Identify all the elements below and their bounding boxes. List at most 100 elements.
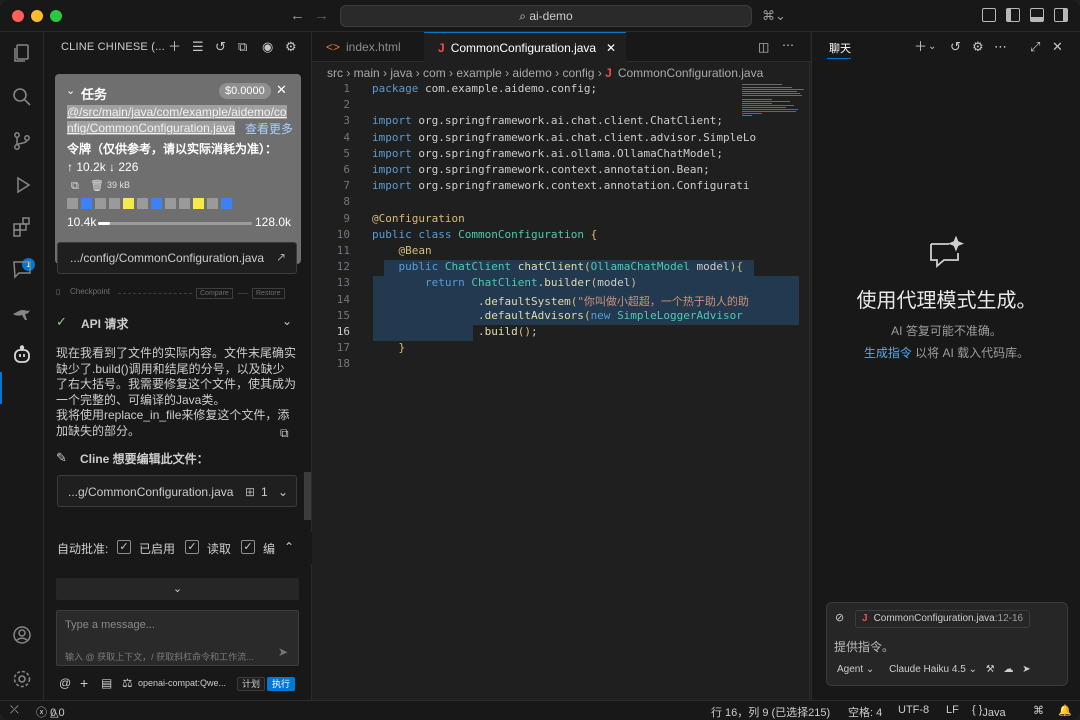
tab-index-html[interactable]: <> index.html [312, 32, 422, 62]
close-window-button[interactable] [12, 10, 24, 22]
explorer-icon[interactable] [11, 42, 33, 64]
chevron-down-icon[interactable]: ⌄ [278, 485, 288, 499]
new-task-icon[interactable]: ＋ [168, 40, 181, 53]
breadcrumb-item[interactable]: main [354, 66, 380, 80]
model-icon[interactable]: ⚖ [122, 676, 133, 690]
copy-icon[interactable]: ⧉ [71, 180, 79, 193]
rules-icon[interactable]: ▤ [101, 676, 112, 690]
breadcrumb-item[interactable]: com [423, 66, 446, 80]
chevron-up-icon[interactable]: ⌃ [284, 540, 294, 554]
tab-common-configuration[interactable]: J CommonConfiguration.java ✕ [424, 32, 626, 62]
cloud-icon[interactable]: ☁ [1003, 664, 1013, 675]
see-more-link[interactable]: 查看更多 [245, 120, 293, 137]
settings-gear-icon[interactable]: ⚙ [285, 40, 298, 53]
back-arrow-icon[interactable]: ← [290, 7, 305, 24]
minimap[interactable] [742, 84, 808, 144]
agent-mode-selector[interactable]: Agent [837, 664, 863, 675]
breadcrumb-item[interactable]: java [390, 66, 412, 80]
expand-bar[interactable]: ⌄ [56, 578, 299, 600]
task-path-line2[interactable]: nfig/CommonConfiguration.java [67, 121, 236, 135]
close-icon[interactable]: ✕ [1052, 40, 1065, 53]
delete-icon[interactable]: 🗑 [90, 179, 104, 192]
remote-icon[interactable]: ⤫ [10, 704, 19, 717]
history-icon[interactable]: ↺ [950, 40, 963, 53]
close-tab-icon[interactable]: ✕ [606, 33, 616, 63]
history-icon[interactable]: ↺ [215, 40, 228, 53]
breadcrumb-item[interactable]: config [562, 66, 594, 80]
extensions-icon[interactable] [11, 216, 33, 238]
breadcrumb-item[interactable]: aidemo [512, 66, 551, 80]
search-icon[interactable] [11, 86, 33, 108]
model-selector[interactable]: Claude Haiku 4.5 [889, 664, 966, 675]
more-actions-icon[interactable]: ⋯ [782, 38, 794, 52]
edit-file-box[interactable]: ...g/CommonConfiguration.java ⊞ 1 ⌄ [57, 475, 297, 507]
copilot-status-icon[interactable]: ⌘ [1033, 704, 1044, 717]
generate-instructions-link[interactable]: 生成指令 [864, 346, 912, 360]
maximize-window-button[interactable] [50, 10, 62, 22]
toggle-primary-sidebar-icon[interactable] [1006, 8, 1020, 22]
indentation[interactable]: 空格: 4 [848, 704, 882, 720]
chat-icon[interactable] [11, 258, 33, 280]
scrollbar[interactable] [304, 472, 311, 520]
chat-input-box[interactable]: ⊘ J CommonConfiguration.java:12-16 提供指令。 … [826, 602, 1068, 686]
restore-button[interactable]: Restore [252, 288, 285, 299]
compare-button[interactable]: Compare [196, 288, 233, 299]
toggle-panel-icon[interactable] [1030, 8, 1044, 22]
close-icon[interactable]: ✕ [276, 82, 287, 98]
file-reference[interactable]: .../config/CommonConfiguration.java ↗ [57, 242, 297, 274]
new-chat-icon[interactable]: ＋ [914, 40, 927, 53]
open-external-icon[interactable]: ↗ [276, 250, 286, 264]
auto-approve-enabled-checkbox[interactable]: ✓ [117, 540, 131, 554]
chat-title[interactable]: 聊天 [829, 40, 851, 56]
chevron-down-icon[interactable]: ⌄ [282, 314, 292, 328]
more-actions-icon[interactable]: ⋯ [994, 40, 1007, 53]
toggle-secondary-sidebar-icon[interactable] [1054, 8, 1068, 22]
account-icon[interactable]: ◉ [262, 40, 275, 53]
act-mode-toggle[interactable]: 执行 [267, 677, 296, 691]
code-editor[interactable]: 1 package com.example.aidemo.config; 2 3 imp… [312, 82, 799, 402]
settings-gear-icon[interactable]: ⚙ [972, 40, 985, 53]
settings-gear-icon[interactable] [11, 668, 33, 690]
run-debug-icon[interactable] [11, 174, 33, 196]
command-center-search[interactable]: ⌕ ai-demo [340, 5, 752, 27]
send-icon[interactable]: ➤ [278, 645, 288, 659]
line-ending[interactable]: LF [946, 704, 959, 716]
auto-approve-read-checkbox[interactable]: ✓ [185, 540, 199, 554]
source-control-icon[interactable] [11, 130, 33, 152]
model-selector[interactable]: openai-compat:Qwe... [138, 678, 226, 688]
forward-arrow-icon[interactable]: → [314, 7, 329, 24]
notifications-icon[interactable]: 🔔 [1058, 704, 1072, 717]
line-number: 6 [343, 163, 350, 176]
split-editor-icon[interactable]: ◫ [758, 40, 769, 54]
breadcrumb-item[interactable]: CommonConfiguration.java [618, 66, 763, 80]
copilot-icon[interactable]: ⌘⌄ [762, 8, 786, 24]
minimize-window-button[interactable] [31, 10, 43, 22]
tools-icon[interactable]: ⚒ [986, 664, 995, 675]
mcp-servers-icon[interactable]: ☰ [192, 40, 205, 53]
auto-approve-edit-checkbox[interactable]: ✓ [241, 540, 255, 554]
cline-icon[interactable] [11, 344, 33, 366]
copy-icon[interactable]: ⧉ [280, 426, 289, 441]
language-mode[interactable]: { } Java [972, 704, 1006, 719]
attachment-chip[interactable]: J CommonConfiguration.java:12-16 [855, 610, 1031, 628]
account-icon[interactable] [11, 624, 33, 646]
cursor-position[interactable]: 行 16，列 9 (已选择215) [711, 704, 830, 720]
chevron-down-icon[interactable]: ⌄ [928, 40, 941, 53]
message-input[interactable]: Type a message... 输入 @ 获取上下文，/ 获取斜杠命令和工作… [56, 610, 299, 666]
maximize-icon[interactable]: ⤢ [1030, 40, 1043, 53]
task-path-line1[interactable]: @/src/main/java/com/example/aidemo/co [67, 105, 287, 119]
at-mention-icon[interactable]: @ [59, 676, 71, 690]
plan-mode-toggle[interactable]: 计划 [237, 677, 266, 691]
attach-icon[interactable]: ⊘ [835, 611, 844, 624]
breadcrumb-item[interactable]: src [327, 66, 343, 80]
popout-icon[interactable]: ⧉ [238, 40, 251, 53]
add-icon[interactable]: + [80, 675, 88, 691]
problems-indicator[interactable]: ⓧ 0 △ 0 [36, 704, 65, 720]
kangaroo-icon[interactable] [11, 302, 33, 324]
api-request-row[interactable]: ✓ API 请求 ⌄ [54, 314, 299, 332]
customize-layout-icon[interactable] [982, 8, 996, 22]
breadcrumb-item[interactable]: example [456, 66, 501, 80]
send-icon[interactable]: ➤ [1022, 664, 1030, 675]
encoding[interactable]: UTF-8 [898, 704, 929, 716]
chevron-down-icon[interactable]: ⌄ [66, 84, 75, 97]
